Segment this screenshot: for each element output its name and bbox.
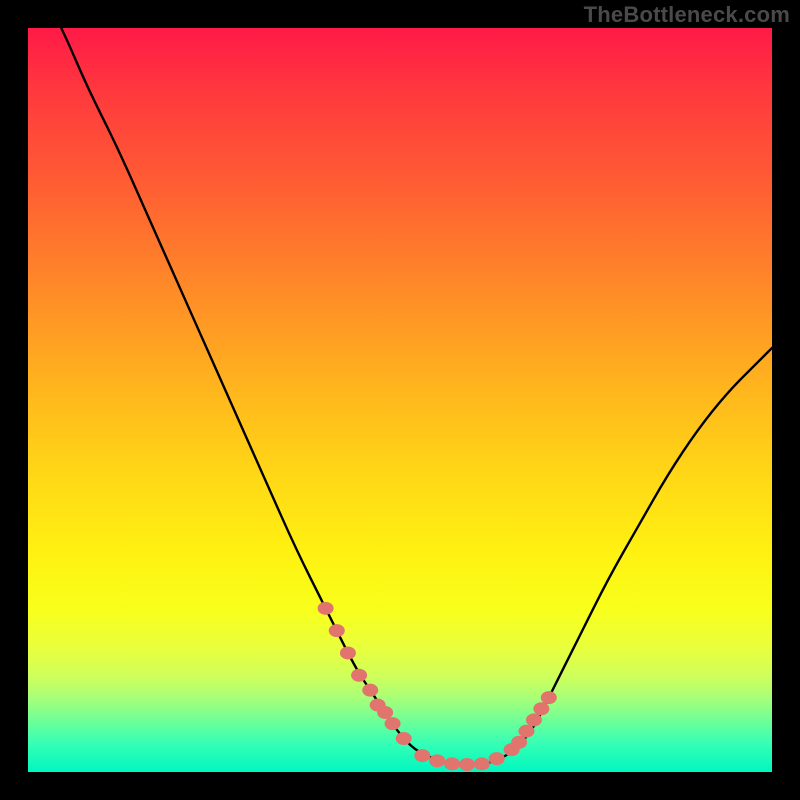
marker-dot xyxy=(396,732,412,745)
marker-dot xyxy=(444,757,460,770)
marker-dot xyxy=(429,754,445,767)
marker-dot xyxy=(541,691,557,704)
marker-dot xyxy=(474,757,490,770)
marker-dot xyxy=(511,736,527,749)
highlight-markers xyxy=(318,602,557,771)
curve-layer xyxy=(28,28,772,772)
marker-dot xyxy=(414,749,430,762)
bottleneck-curve xyxy=(28,0,772,765)
marker-dot xyxy=(459,758,475,771)
marker-dot xyxy=(526,713,542,726)
marker-dot xyxy=(362,684,378,697)
marker-dot xyxy=(533,702,549,715)
marker-dot xyxy=(489,752,505,765)
chart-stage: TheBottleneck.com xyxy=(0,0,800,800)
watermark-text: TheBottleneck.com xyxy=(584,2,790,28)
marker-dot xyxy=(329,624,345,637)
marker-dot xyxy=(377,706,393,719)
marker-dot xyxy=(518,725,534,738)
marker-dot xyxy=(318,602,334,615)
marker-dot xyxy=(385,717,401,730)
marker-dot xyxy=(351,669,367,682)
marker-dot xyxy=(340,646,356,659)
